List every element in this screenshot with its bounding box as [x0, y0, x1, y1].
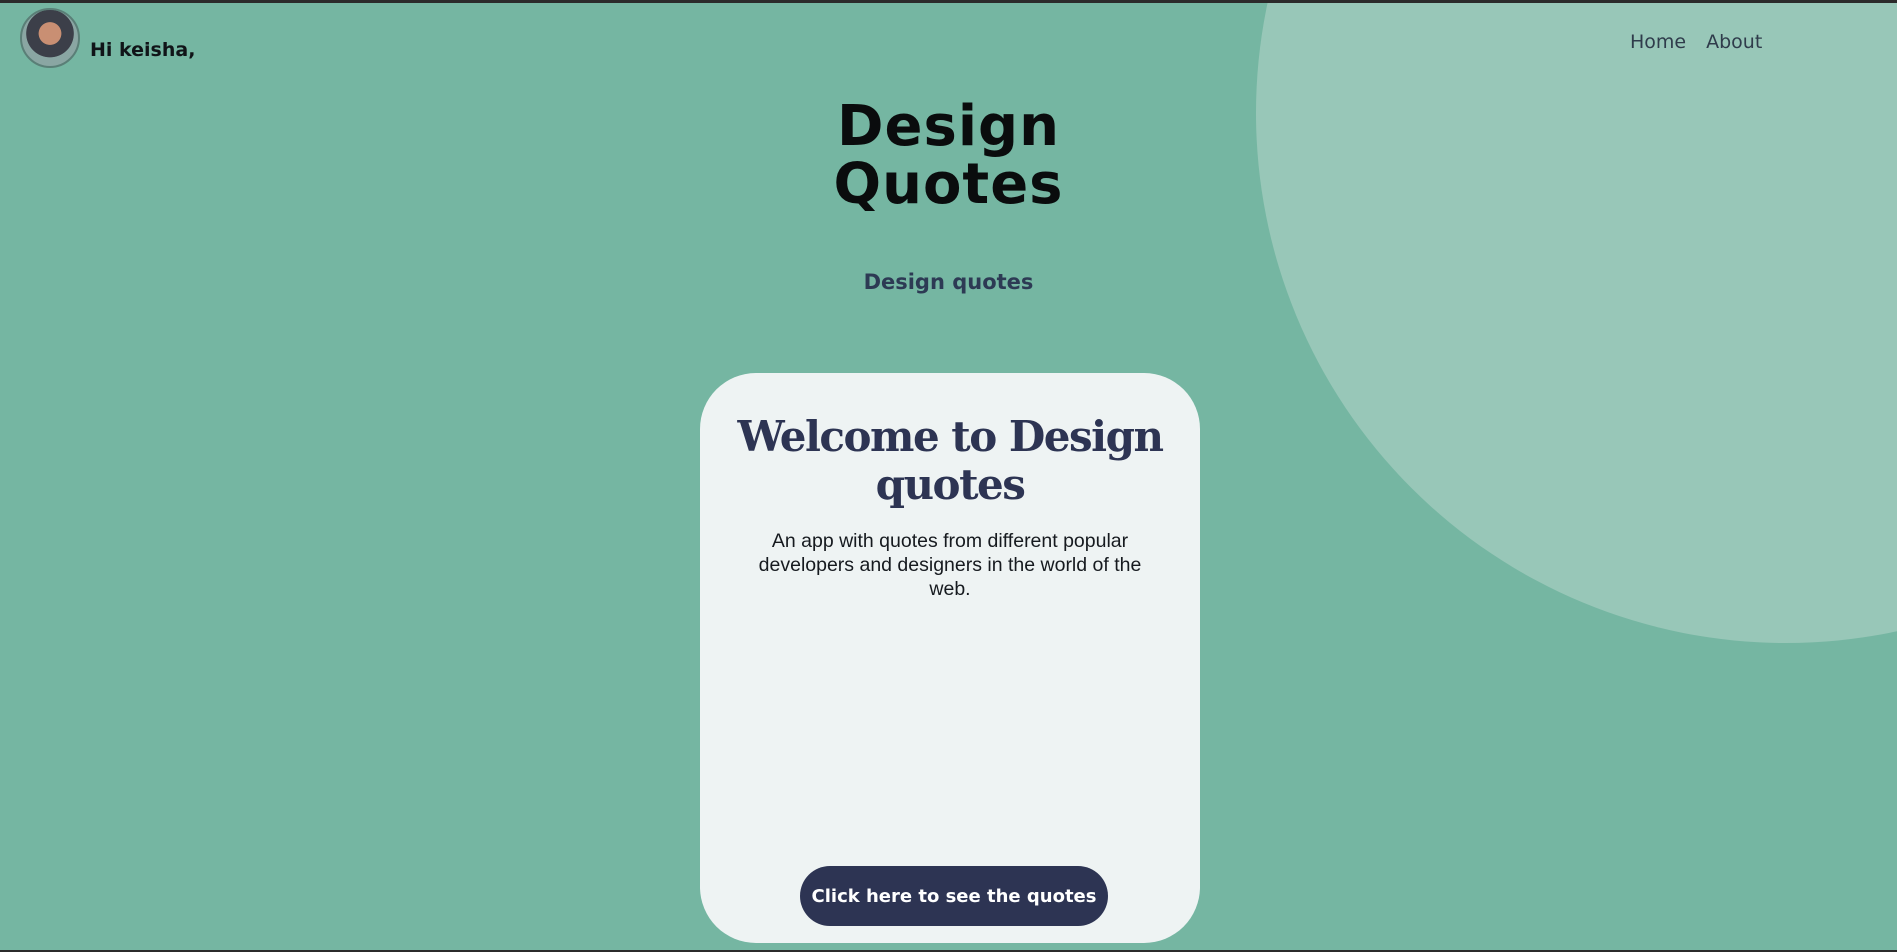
app-frame: Hi keisha, Home About Design Quotes Desi…: [0, 3, 1897, 950]
page-subtitle: Design quotes: [863, 270, 1034, 294]
nav-link-home[interactable]: Home: [1630, 31, 1686, 53]
page-title-line-2: Quotes: [833, 152, 1064, 217]
user-greeting: Hi keisha,: [90, 39, 196, 61]
nav-link-about[interactable]: About: [1706, 31, 1762, 53]
welcome-card-title: Welcome to Design quotes: [737, 412, 1164, 509]
page-title-line-1: Design: [837, 94, 1060, 159]
avatar[interactable]: [20, 8, 80, 68]
welcome-card: Welcome to Design quotes An app with quo…: [700, 373, 1200, 943]
welcome-card-description: An app with quotes from different popula…: [758, 530, 1142, 600]
see-quotes-button[interactable]: Click here to see the quotes: [800, 866, 1108, 926]
top-nav: Home About: [1630, 31, 1762, 53]
page-title: Design Quotes: [0, 98, 1897, 214]
